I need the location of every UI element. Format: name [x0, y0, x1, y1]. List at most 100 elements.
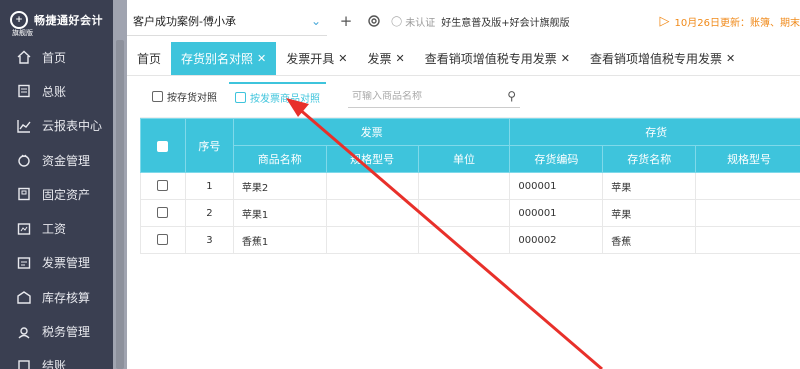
table-row[interactable]: 2 苹果1 000001 苹果: [140, 199, 800, 227]
seq-header: 序号: [184, 118, 234, 173]
unit-cell: [417, 172, 511, 200]
company-select[interactable]: 客户成功案例-傅小承 ⌄: [127, 6, 327, 36]
invoice-icon: [16, 255, 32, 271]
inventory-code-header: 存货编码: [509, 145, 604, 173]
tax-icon: [16, 324, 32, 340]
row-checkbox[interactable]: [157, 207, 169, 219]
product-name-cell: 香蕉1: [232, 226, 327, 254]
tab[interactable]: 查看销项增值税专用发票 ✕: [415, 42, 580, 75]
sidebar-item-label: 首页: [42, 50, 67, 65]
product-search: ⚲: [348, 86, 520, 108]
unit-cell: [417, 199, 511, 227]
tab[interactable]: 发票开具 ✕: [276, 42, 357, 75]
select-all-checkbox[interactable]: [157, 140, 169, 152]
tab[interactable]: 查看销项增值税专用发票 ✕: [580, 42, 745, 75]
inventory-name-cell: 香蕉: [602, 226, 697, 254]
tab[interactable]: 首页: [127, 42, 171, 75]
sidebar-item-label: 总账: [42, 84, 67, 99]
sidebar-item-label: 工资: [42, 222, 67, 237]
close-icon[interactable]: ✕: [396, 52, 405, 65]
unit-cell: [417, 226, 511, 254]
seq-cell: 3: [184, 226, 234, 254]
unit-header: 单位: [417, 145, 511, 173]
invoice-group-header: 发票: [232, 118, 511, 146]
search-icon[interactable]: ⚲: [507, 89, 516, 103]
sidebar-scrollbar-thumb[interactable]: [116, 40, 124, 369]
inventory-code-cell: 000001: [509, 172, 604, 200]
close-icon[interactable]: ✕: [338, 52, 347, 65]
top-bar: 客户成功案例-傅小承 ⌄ + ◯ 未认证 好生意普及版+好会计旗舰版 ▷ 10月…: [127, 0, 800, 42]
table-row[interactable]: 1 苹果2 000001 苹果: [140, 172, 800, 200]
alias-mapping-table: 序号 发票 存货 商品名称 规格型号 单位 存货编码 存货名称 规格型号 1 苹果…: [140, 118, 800, 254]
cert-status-label: 未认证: [405, 17, 436, 29]
table-icon: [235, 92, 246, 103]
sidebar-item[interactable]: 固定资产: [0, 177, 113, 211]
table-row[interactable]: 3 香蕉1 000002 香蕉: [140, 226, 800, 254]
logo-icon: +: [10, 11, 28, 29]
tab[interactable]: 发票 ✕: [357, 42, 414, 75]
shield-icon: ◯: [391, 15, 403, 27]
search-input[interactable]: [352, 90, 492, 102]
inventory-spec-cell: [695, 226, 800, 254]
update-notice-text: 10月26日更新：账簿、期末: [674, 17, 800, 29]
home-icon: [16, 49, 32, 65]
inventory-spec-cell: [695, 172, 800, 200]
subtab-label: 按发票商品对照: [250, 94, 320, 105]
subtab-label: 按存货对照: [167, 93, 217, 104]
inventory-code-cell: 000001: [509, 199, 604, 227]
sidebar-item[interactable]: 工资: [0, 211, 113, 245]
sidebar-item[interactable]: 发票管理: [0, 246, 113, 280]
select-all-header: [140, 118, 186, 173]
tab[interactable]: 存货别名对照 ✕: [171, 42, 277, 75]
certification-status[interactable]: ◯ 未认证: [391, 14, 435, 29]
seq-cell: 1: [184, 172, 234, 200]
close-account-icon: [16, 358, 32, 369]
sidebar-item[interactable]: 首页: [0, 40, 113, 74]
product-name-cell: 苹果1: [232, 199, 327, 227]
logo-text: 畅捷通好会计: [34, 14, 103, 27]
sidebar-item[interactable]: 总账: [0, 74, 113, 108]
sidebar: + 畅捷通好会计 旗舰版 首页总账云报表中心 资金管理固定资产工资发票管理库存核算…: [0, 0, 113, 369]
subtab-bar: 按存货对照 按发票商品对照 ⚲: [140, 76, 800, 118]
app-logo[interactable]: + 畅捷通好会计 旗舰版: [0, 0, 113, 40]
settings-icon[interactable]: [365, 12, 383, 30]
tab-label: 存货别名对照: [181, 52, 254, 66]
logo-edition: 旗舰版: [12, 29, 33, 37]
speaker-icon: ▷: [659, 13, 670, 29]
building-icon: [16, 186, 32, 202]
seq-cell: 2: [184, 199, 234, 227]
tab-label: 发票: [367, 52, 392, 66]
row-checkbox[interactable]: [157, 180, 169, 192]
spec-cell: [325, 226, 419, 254]
sidebar-item-label: 税务管理: [42, 325, 91, 340]
inventory-name-cell: 苹果: [602, 199, 697, 227]
sidebar-item[interactable]: 库存核算: [0, 280, 113, 314]
row-checkbox[interactable]: [157, 234, 169, 246]
money-bag-icon: [16, 152, 32, 168]
inventory-group-header: 存货: [509, 118, 800, 146]
tab-bar: 首页 存货别名对照 ✕ 发票开具 ✕ 发票 ✕ 查看销项增值税专用发票 ✕ 查看销项增值税专用发票…: [127, 42, 800, 76]
update-notice[interactable]: ▷ 10月26日更新：账簿、期末: [660, 14, 800, 29]
sidebar-item-label: 库存核算: [42, 290, 91, 305]
sidebar-item[interactable]: 资金管理: [0, 143, 113, 177]
sidebar-item-label: 发票管理: [42, 256, 91, 271]
sidebar-item[interactable]: 税务管理: [0, 314, 113, 348]
spec-header: 规格型号: [325, 145, 419, 173]
inventory-code-cell: 000002: [509, 226, 604, 254]
ledger-icon: [16, 83, 32, 99]
close-icon[interactable]: ✕: [726, 52, 735, 65]
tab-label: 查看销项增值税专用发票: [589, 52, 722, 66]
row-select-cell: [140, 172, 186, 200]
inventory-spec-header: 规格型号: [695, 145, 800, 173]
sidebar-item[interactable]: 结账: [0, 349, 113, 369]
close-icon[interactable]: ✕: [561, 52, 570, 65]
add-icon[interactable]: +: [337, 12, 355, 30]
close-icon[interactable]: ✕: [257, 52, 266, 65]
subtab-by-invoice-product[interactable]: 按发票商品对照: [229, 81, 326, 112]
tab-label: 查看销项增值税专用发票: [424, 52, 557, 66]
sidebar-item[interactable]: 云报表中心: [0, 109, 113, 143]
subtab-by-inventory[interactable]: 按存货对照: [146, 82, 223, 112]
inventory-name-cell: 苹果: [602, 172, 697, 200]
product-name-header: 商品名称: [232, 145, 327, 173]
sidebar-item-label: 固定资产: [42, 187, 91, 202]
